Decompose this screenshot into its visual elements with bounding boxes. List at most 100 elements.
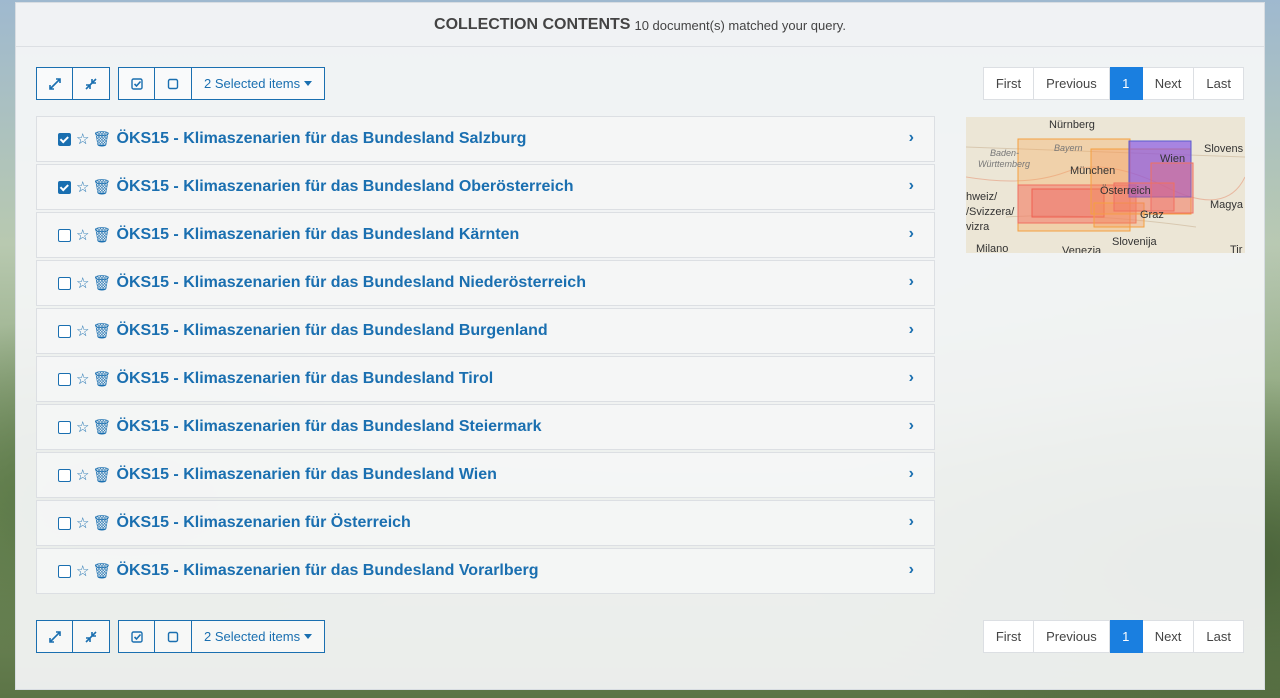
item-checkbox[interactable] <box>58 276 71 290</box>
item-checkbox[interactable] <box>58 132 71 146</box>
expand-all-button[interactable] <box>36 620 73 653</box>
star-icon[interactable]: ☆ <box>76 322 89 340</box>
star-icon[interactable]: ☆ <box>76 514 89 532</box>
selection-group: 2 Selected items <box>118 620 326 653</box>
map-label: Graz <box>1140 209 1164 221</box>
selected-items-dropdown[interactable]: 2 Selected items <box>192 620 326 653</box>
star-icon[interactable]: ☆ <box>76 274 89 292</box>
map-label: Österreich <box>1100 185 1151 197</box>
chevron-right-icon[interactable]: › <box>909 369 914 387</box>
star-icon[interactable]: ☆ <box>76 466 89 484</box>
panel-header: COLLECTION CONTENTS 10 document(s) match… <box>16 3 1264 47</box>
list-item[interactable]: ☆ 🗑 ÖKS15 - Klimaszenarien für Österreic… <box>36 500 935 546</box>
select-none-button[interactable] <box>155 620 192 653</box>
star-icon[interactable]: ☆ <box>76 226 89 244</box>
item-checkbox[interactable] <box>58 468 71 482</box>
result-count: 10 document(s) matched your query. <box>634 18 846 33</box>
trash-icon[interactable]: 🗑 <box>92 418 111 436</box>
select-all-button[interactable] <box>118 620 155 653</box>
item-checkbox[interactable] <box>58 372 71 386</box>
select-none-button[interactable] <box>155 67 192 100</box>
star-icon[interactable]: ☆ <box>76 562 89 580</box>
trash-icon[interactable]: 🗑 <box>92 562 111 580</box>
compress-icon <box>85 630 97 643</box>
bottom-toolbar: 2 Selected items <box>36 620 333 653</box>
chevron-right-icon[interactable]: › <box>909 561 914 579</box>
list-item[interactable]: ☆ 🗑 ÖKS15 - Klimaszenarien für das Bunde… <box>36 212 935 258</box>
chevron-right-icon[interactable]: › <box>909 417 914 435</box>
check-square-icon <box>130 77 143 90</box>
item-checkbox[interactable] <box>58 420 71 434</box>
item-title[interactable]: ÖKS15 - Klimaszenarien für das Bundeslan… <box>117 562 539 580</box>
map-label: Tir <box>1230 244 1243 253</box>
item-title[interactable]: ÖKS15 - Klimaszenarien für das Bundeslan… <box>117 274 586 292</box>
item-title[interactable]: ÖKS15 - Klimaszenarien für das Bundeslan… <box>117 466 497 484</box>
current-page-button[interactable]: 1 <box>1109 67 1143 100</box>
chevron-right-icon[interactable]: › <box>909 273 914 291</box>
item-title[interactable]: ÖKS15 - Klimaszenarien für das Bundeslan… <box>117 322 548 340</box>
first-page-button[interactable]: First <box>982 620 1035 653</box>
map-label: München <box>1070 165 1116 177</box>
trash-icon[interactable]: 🗑 <box>92 370 111 388</box>
collapse-all-button[interactable] <box>73 67 110 100</box>
item-title[interactable]: ÖKS15 - Klimaszenarien für Österreich <box>117 514 411 532</box>
chevron-right-icon[interactable]: › <box>909 513 914 531</box>
current-page-button[interactable]: 1 <box>1109 620 1143 653</box>
caret-down-icon <box>304 81 313 86</box>
first-page-button[interactable]: First <box>982 67 1035 100</box>
next-page-button[interactable]: Next <box>1142 67 1195 100</box>
list-item[interactable]: ☆ 🗑 ÖKS15 - Klimaszenarien für das Bunde… <box>36 452 935 498</box>
item-checkbox[interactable] <box>58 180 71 194</box>
list-item[interactable]: ☆ 🗑 ÖKS15 - Klimaszenarien für das Bunde… <box>36 548 935 594</box>
item-checkbox[interactable] <box>58 324 71 338</box>
select-all-button[interactable] <box>118 67 155 100</box>
item-title[interactable]: ÖKS15 - Klimaszenarien für das Bundeslan… <box>117 370 494 388</box>
trash-icon[interactable]: 🗑 <box>92 466 111 484</box>
previous-page-button[interactable]: Previous <box>1034 67 1110 100</box>
expand-all-button[interactable] <box>36 67 73 100</box>
map-label: /Svizzera/ <box>966 206 1015 218</box>
item-checkbox[interactable] <box>58 564 71 578</box>
list-item[interactable]: ☆ 🗑 ÖKS15 - Klimaszenarien für das Bunde… <box>36 308 935 354</box>
last-page-button[interactable]: Last <box>1194 620 1244 653</box>
star-icon[interactable]: ☆ <box>76 370 89 388</box>
trash-icon[interactable]: 🗑 <box>92 130 111 148</box>
star-icon[interactable]: ☆ <box>76 130 89 148</box>
chevron-right-icon[interactable]: › <box>909 321 914 339</box>
chevron-right-icon[interactable]: › <box>909 177 914 195</box>
list-item[interactable]: ☆ 🗑 ÖKS15 - Klimaszenarien für das Bunde… <box>36 404 935 450</box>
chevron-right-icon[interactable]: › <box>909 225 914 243</box>
item-title[interactable]: ÖKS15 - Klimaszenarien für das Bundeslan… <box>117 226 520 244</box>
list-item[interactable]: ☆ 🗑 ÖKS15 - Klimaszenarien für das Bunde… <box>36 260 935 306</box>
next-page-button[interactable]: Next <box>1142 620 1195 653</box>
item-title[interactable]: ÖKS15 - Klimaszenarien für das Bundeslan… <box>117 418 542 436</box>
trash-icon[interactable]: 🗑 <box>92 226 111 244</box>
coverage-map[interactable]: Nürnberg Bayern Baden- Württemberg Münch… <box>966 117 1245 253</box>
list-item[interactable]: ☆ 🗑 ÖKS15 - Klimaszenarien für das Bunde… <box>36 164 935 210</box>
document-list: ☆ 🗑 ÖKS15 - Klimaszenarien für das Bunde… <box>36 116 935 596</box>
last-page-button[interactable]: Last <box>1194 67 1244 100</box>
trash-icon[interactable]: 🗑 <box>92 514 111 532</box>
list-item[interactable]: ☆ 🗑 ÖKS15 - Klimaszenarien für das Bunde… <box>36 116 935 162</box>
trash-icon[interactable]: 🗑 <box>92 322 111 340</box>
selected-items-dropdown[interactable]: 2 Selected items <box>192 67 326 100</box>
previous-page-button[interactable]: Previous <box>1034 620 1110 653</box>
item-checkbox[interactable] <box>58 228 71 242</box>
item-title[interactable]: ÖKS15 - Klimaszenarien für das Bundeslan… <box>117 130 527 148</box>
chevron-right-icon[interactable]: › <box>909 465 914 483</box>
expand-collapse-group <box>36 620 110 653</box>
star-icon[interactable]: ☆ <box>76 178 89 196</box>
list-item[interactable]: ☆ 🗑 ÖKS15 - Klimaszenarien für das Bunde… <box>36 356 935 402</box>
map-label: Bayern <box>1054 143 1083 153</box>
item-checkbox[interactable] <box>58 516 71 530</box>
check-square-icon <box>130 630 143 643</box>
collapse-all-button[interactable] <box>73 620 110 653</box>
star-icon[interactable]: ☆ <box>76 418 89 436</box>
trash-icon[interactable]: 🗑 <box>92 274 111 292</box>
map-label: Slovens <box>1204 143 1244 155</box>
item-title[interactable]: ÖKS15 - Klimaszenarien für das Bundeslan… <box>117 178 574 196</box>
chevron-right-icon[interactable]: › <box>909 129 914 147</box>
trash-icon[interactable]: 🗑 <box>92 178 111 196</box>
expand-collapse-group <box>36 67 110 100</box>
map-label: Venezia <box>1062 245 1102 253</box>
